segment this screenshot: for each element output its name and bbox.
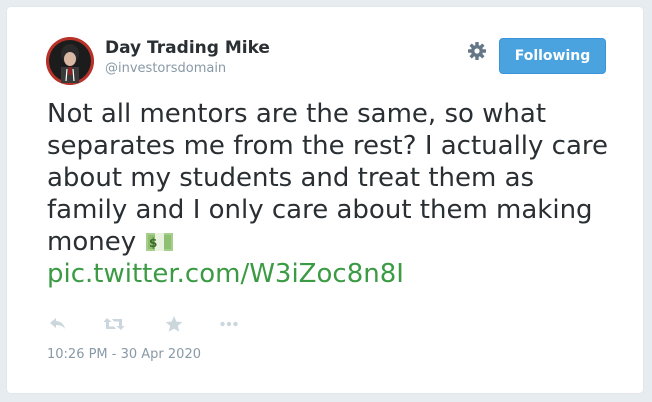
tweet-card: Day Trading Mike @investorsdomain Follow…	[6, 6, 644, 394]
avatar-image	[46, 37, 94, 85]
gear-icon[interactable]	[467, 41, 487, 61]
like-star-icon[interactable]	[164, 315, 184, 333]
display-name[interactable]: Day Trading Mike	[105, 38, 270, 58]
tweet-text: Not all mentors are the same, so what se…	[47, 99, 609, 257]
avatar[interactable]	[46, 37, 94, 85]
tweet-timestamp[interactable]: 10:26 PM - 30 Apr 2020	[47, 347, 201, 362]
retweet-icon[interactable]	[102, 315, 126, 333]
tweet-body: Not all mentors are the same, so what se…	[47, 98, 612, 290]
tweet-media-link[interactable]: pic.twitter.com/W3iZoc8n8I	[47, 258, 612, 290]
following-button[interactable]: Following	[499, 38, 606, 74]
user-handle[interactable]: @investorsdomain	[105, 61, 226, 76]
money-bill-emoji-icon: $	[146, 227, 174, 251]
svg-text:$: $	[149, 236, 157, 250]
reply-icon[interactable]	[47, 315, 67, 333]
more-icon[interactable]	[219, 315, 239, 333]
